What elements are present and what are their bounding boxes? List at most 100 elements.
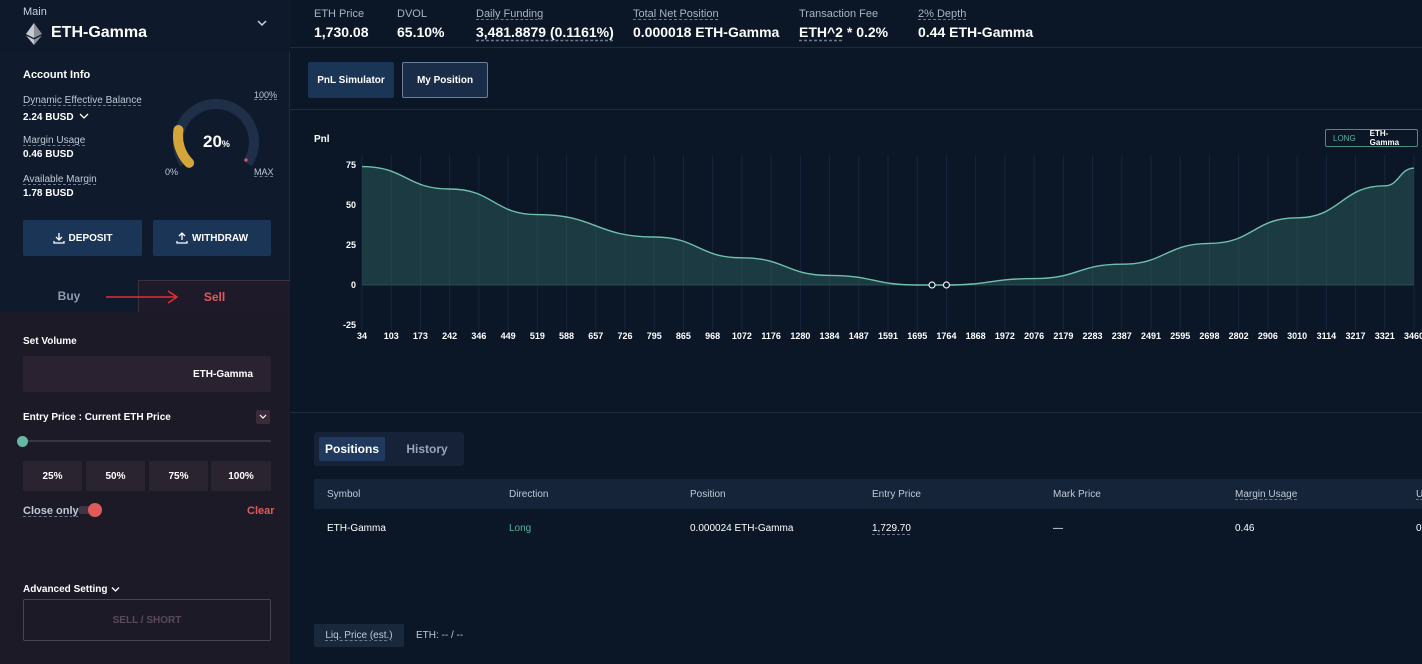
- withdraw-label: WITHDRAW: [191, 232, 249, 244]
- advanced-setting-label: Advanced Setting: [23, 584, 108, 595]
- col-truncated: U: [1416, 489, 1422, 500]
- download-icon: [52, 233, 65, 244]
- x-tick-label: 1487: [849, 331, 869, 341]
- x-tick-label: 34: [357, 331, 367, 341]
- x-tick-label: 2595: [1170, 331, 1190, 341]
- x-tick-label: 2283: [1083, 331, 1103, 341]
- dynamic-effective-balance-value[interactable]: 2.24 BUSD: [23, 112, 89, 123]
- ethereum-icon: [26, 23, 42, 45]
- stat-eth-price: ETH Price 1,730.08: [314, 8, 369, 40]
- cell-position: 0.000024 ETH-Gamma: [690, 523, 794, 534]
- x-tick-label: 3010: [1287, 331, 1307, 341]
- available-margin-value: 1.78 BUSD: [23, 188, 74, 199]
- tab-pnl-simulator[interactable]: PnL Simulator: [308, 62, 394, 98]
- col-symbol: Symbol: [327, 489, 361, 500]
- cell-truncated: 0: [1416, 523, 1422, 534]
- stat-total-net-position[interactable]: Total Net Position 0.000018 ETH-Gamma: [633, 8, 779, 40]
- x-tick-label: 1764: [936, 331, 956, 341]
- x-tick-label: 1280: [790, 331, 810, 341]
- pct-25-button[interactable]: 25%: [23, 461, 82, 491]
- liq-price-label: Liq. Price (est.): [325, 630, 393, 641]
- stat-daily-funding[interactable]: Daily Funding 3,481.8879 (0.1161%): [476, 8, 614, 40]
- x-tick-label: 519: [530, 331, 545, 341]
- pct-100-button[interactable]: 100%: [211, 461, 271, 491]
- entry-price-dropdown[interactable]: [256, 410, 270, 424]
- col-direction: Direction: [509, 489, 549, 500]
- close-only-toggle[interactable]: [78, 503, 102, 517]
- x-tick-label: 2076: [1024, 331, 1044, 341]
- x-tick-label: 865: [676, 331, 691, 341]
- x-tick-label: 3460: [1404, 331, 1422, 341]
- tab-history[interactable]: History: [394, 437, 460, 461]
- x-tick-label: 449: [501, 331, 516, 341]
- withdraw-button[interactable]: WITHDRAW: [153, 220, 271, 256]
- liq-price-button[interactable]: Liq. Price (est.): [314, 624, 404, 647]
- entry-price-label: Entry Price : Current ETH Price: [23, 412, 171, 423]
- y-tick-label: 50: [346, 200, 356, 210]
- chevron-down-icon[interactable]: [79, 112, 89, 120]
- pct-75-button[interactable]: 75%: [149, 461, 208, 491]
- x-tick-label: 103: [384, 331, 399, 341]
- x-tick-label: 346: [471, 331, 486, 341]
- cell-symbol: ETH-Gamma: [327, 523, 386, 534]
- chevron-down-icon: [259, 414, 267, 419]
- tab-positions[interactable]: Positions: [319, 437, 385, 461]
- deposit-button[interactable]: DEPOSIT: [23, 220, 142, 256]
- col-position: Position: [690, 489, 726, 500]
- x-tick-label: 1384: [820, 331, 840, 341]
- pct-50-button[interactable]: 50%: [86, 461, 145, 491]
- close-only-label: Close only: [23, 505, 79, 517]
- y-tick-label: -25: [343, 320, 356, 330]
- x-tick-label: 968: [705, 331, 720, 341]
- account-info-title: Account Info: [23, 69, 91, 81]
- volume-input[interactable]: ETH-Gamma: [23, 356, 271, 392]
- cell-mark-price: —: [1053, 523, 1063, 534]
- chart-legend: LONG ETH-Gamma: [1325, 129, 1418, 147]
- tab-my-position[interactable]: My Position: [402, 62, 488, 98]
- x-tick-label: 726: [617, 331, 632, 341]
- liq-price-value: ETH: -- / --: [416, 630, 464, 641]
- x-tick-label: 657: [588, 331, 603, 341]
- volume-slider-track[interactable]: [23, 440, 271, 442]
- gauge-top-label: 100%: [254, 90, 278, 100]
- market-name: ETH-Gamma: [51, 24, 148, 41]
- sell-short-button[interactable]: SELL / SHORT: [23, 599, 271, 641]
- positions-tabs: Positions History: [314, 432, 464, 466]
- x-tick-label: 1072: [732, 331, 752, 341]
- stat-dvol: DVOL 65.10%: [397, 8, 445, 40]
- x-tick-label: 2906: [1258, 331, 1278, 341]
- red-arrow-annotation: [106, 290, 179, 304]
- deposit-label: DEPOSIT: [68, 232, 113, 244]
- x-tick-label: 173: [413, 331, 428, 341]
- col-entry-price: Entry Price: [872, 489, 921, 500]
- advanced-setting-toggle[interactable]: Advanced Setting: [23, 584, 120, 595]
- stat-transaction-fee: Transaction Fee ETH^2 * 0.2%: [799, 8, 889, 40]
- stat-depth[interactable]: 2% Depth 0.44 ETH-Gamma: [918, 8, 1033, 40]
- set-volume-label: Set Volume: [23, 336, 77, 347]
- x-tick-label: 1868: [966, 331, 986, 341]
- y-tick-label: 75: [346, 160, 356, 170]
- margin-usage-value: 0.46 BUSD: [23, 149, 74, 160]
- x-tick-label: 242: [442, 331, 457, 341]
- entry-marker: [942, 281, 951, 289]
- legend-asset: ETH-Gamma: [1369, 129, 1400, 147]
- x-tick-label: 2698: [1199, 331, 1219, 341]
- clear-button[interactable]: Clear: [247, 505, 275, 517]
- x-tick-label: 1591: [878, 331, 898, 341]
- x-tick-label: 2802: [1229, 331, 1249, 341]
- x-tick-label: 3217: [1346, 331, 1366, 341]
- x-tick-label: 1176: [761, 331, 781, 341]
- col-margin-usage: Margin Usage: [1235, 489, 1298, 500]
- available-margin-label: Available Margin: [23, 174, 97, 185]
- y-axis-label: Pnl: [314, 134, 330, 145]
- volume-slider-handle[interactable]: [17, 436, 28, 447]
- upload-icon: [176, 232, 188, 244]
- margin-usage-label: Margin Usage: [23, 135, 86, 146]
- cell-margin-usage: 0.46: [1235, 523, 1255, 534]
- cell-entry-price: 1,729.70: [872, 523, 911, 534]
- chevron-down-icon[interactable]: [256, 17, 268, 29]
- divider: [290, 412, 1422, 413]
- x-tick-label: 2387: [1112, 331, 1132, 341]
- market-selector[interactable]: Main ETH-Gamma: [0, 0, 290, 52]
- gauge-max-dot: [244, 158, 248, 162]
